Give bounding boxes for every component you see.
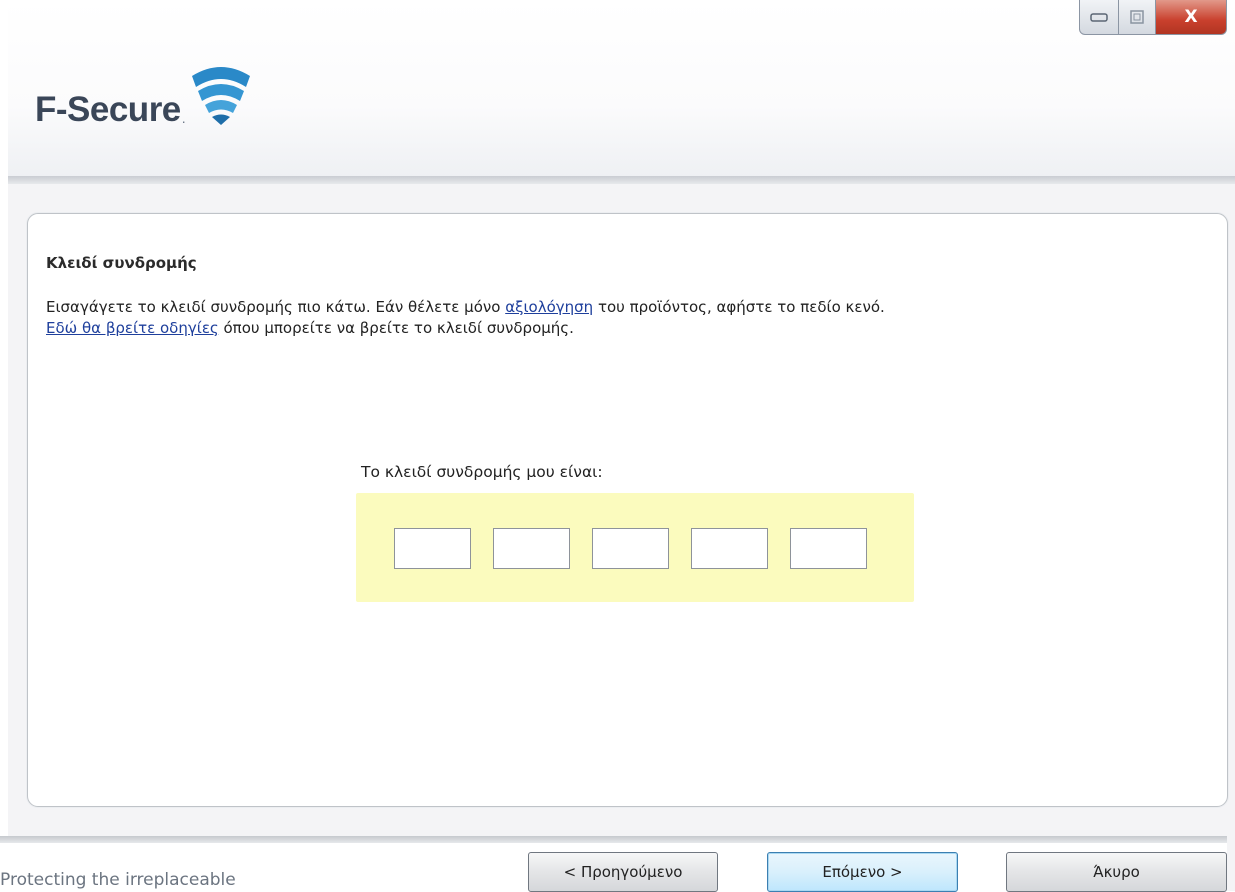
- subscription-key-field-5[interactable]: [790, 528, 867, 569]
- instructions-help-link[interactable]: Εδώ θα βρείτε οδηγίες: [46, 319, 219, 337]
- subscription-key-field-1[interactable]: [394, 528, 471, 569]
- subscription-key-field-4[interactable]: [691, 528, 768, 569]
- installer-window: F-Secure . X: [8, 0, 1235, 891]
- f-secure-logo-icon: [191, 67, 250, 125]
- close-icon: X: [1184, 7, 1198, 27]
- minimize-icon: [1090, 13, 1108, 22]
- subscription-key-field-2[interactable]: [493, 528, 570, 569]
- minimize-button[interactable]: [1079, 0, 1119, 35]
- brand-name: F-Secure: [35, 90, 181, 129]
- cancel-button[interactable]: Άκυρο: [1006, 852, 1227, 892]
- subscription-key-area: [356, 493, 914, 602]
- close-button[interactable]: X: [1156, 0, 1227, 35]
- instructions-part2: του προϊόντος, αφήστε το πεδίο κενό.: [593, 298, 885, 316]
- tagline: Protecting the irreplaceable: [0, 870, 236, 890]
- next-button[interactable]: Επόμενο >: [767, 852, 958, 892]
- evaluation-link[interactable]: αξιολόγηση: [505, 298, 593, 316]
- brand-trademark-dot: .: [181, 110, 186, 126]
- footer-divider: [0, 836, 1227, 843]
- window-controls: X: [1079, 0, 1227, 38]
- instructions-part1: Εισαγάγετε το κλειδί συνδρομής πιο κάτω.…: [46, 298, 506, 316]
- header: F-Secure . X: [8, 0, 1235, 178]
- page-title: Κλειδί συνδρομής: [46, 254, 197, 272]
- brand-logo: F-Secure .: [35, 67, 254, 148]
- instructions-text: Εισαγάγετε το κλειδί συνδρομής πιο κάτω.…: [46, 297, 1176, 339]
- instructions-part3: όπου μπορείτε να βρείτε το κλειδί συνδρο…: [218, 319, 574, 337]
- header-divider: [8, 176, 1235, 184]
- subscription-key-label: Το κλειδί συνδρομής μου είναι:: [361, 463, 603, 481]
- maximize-button[interactable]: [1119, 0, 1156, 35]
- subscription-key-field-3[interactable]: [592, 528, 669, 569]
- back-button[interactable]: < Προηγούμενο: [528, 852, 718, 892]
- maximize-icon: [1130, 10, 1144, 24]
